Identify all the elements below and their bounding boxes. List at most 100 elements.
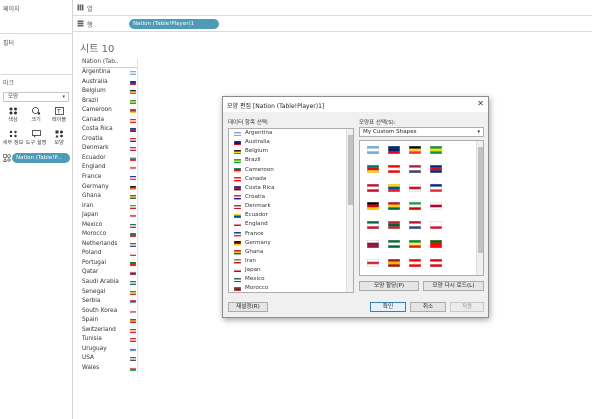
shape-swatch[interactable] — [388, 164, 400, 173]
shape-swatch[interactable] — [430, 146, 442, 155]
country-row[interactable]: Serbia — [82, 297, 137, 307]
country-row[interactable]: Switzerland — [82, 326, 137, 336]
country-row[interactable]: South Korea — [82, 307, 137, 317]
country-row[interactable]: Tunisia — [82, 335, 137, 345]
country-row[interactable]: Morocco — [82, 230, 137, 240]
shape-palette-grid[interactable] — [359, 140, 484, 276]
country-row[interactable]: Argentina — [82, 68, 137, 78]
shape-swatch[interactable] — [388, 183, 400, 192]
shape-swatch[interactable] — [388, 146, 400, 155]
data-item-row[interactable]: Costa Rica — [229, 184, 353, 193]
close-icon[interactable]: ✕ — [477, 99, 484, 108]
country-row[interactable]: Qatar — [82, 268, 137, 278]
palette-select[interactable]: My Custom Shapes ▾ — [359, 127, 484, 137]
country-row[interactable]: Ghana — [82, 192, 137, 202]
shape-swatch[interactable] — [409, 164, 421, 173]
country-row[interactable]: Netherlands — [82, 240, 137, 250]
country-row[interactable]: USA — [82, 354, 137, 364]
data-item-row[interactable]: Ghana — [229, 248, 353, 257]
shape-swatch[interactable] — [367, 146, 379, 155]
country-row[interactable]: Croatia — [82, 135, 137, 145]
country-row[interactable]: Brazil — [82, 97, 137, 107]
mark-type-dropdown[interactable]: 모양 ▾ — [3, 92, 69, 102]
shape-field-pill[interactable]: Nation (Table!P... — [12, 153, 70, 163]
country-row[interactable]: Denmark — [82, 144, 137, 154]
country-row[interactable]: Ecuador — [82, 154, 137, 164]
country-row[interactable]: Canada — [82, 116, 137, 126]
shape-swatch[interactable] — [409, 221, 421, 230]
data-item-row[interactable]: Denmark — [229, 202, 353, 211]
shape-swatch[interactable] — [388, 221, 400, 230]
scrollbar-thumb[interactable] — [348, 135, 353, 205]
rows-field-pill[interactable]: Nation (Table!Player)1 — [129, 19, 219, 29]
country-row[interactable]: Spain — [82, 316, 137, 326]
country-row[interactable]: Germany — [82, 183, 137, 193]
country-row[interactable]: Costa Rica — [82, 125, 137, 135]
shape-swatch[interactable] — [430, 202, 442, 211]
shape-palette-scrollbar[interactable] — [476, 141, 483, 275]
country-row[interactable]: Cameroon — [82, 106, 137, 116]
reset-button[interactable]: 재설정(R) — [228, 302, 268, 312]
data-item-row[interactable]: Croatia — [229, 193, 353, 202]
shape-swatch[interactable] — [430, 240, 442, 249]
label-mark-button[interactable]: T 레이블 — [48, 106, 70, 127]
data-item-row[interactable]: Brazil — [229, 156, 353, 165]
ok-button[interactable]: 확인 — [370, 302, 406, 312]
shape-swatch[interactable] — [367, 240, 379, 249]
data-item-row[interactable]: Australia — [229, 138, 353, 147]
color-mark-button[interactable]: 색상 — [2, 106, 24, 127]
apply-button[interactable]: 적용 — [450, 302, 484, 312]
data-item-row[interactable]: Germany — [229, 239, 353, 248]
country-row[interactable]: Wales — [82, 364, 137, 374]
assign-palette-button[interactable]: 모양 할당(P) — [359, 281, 419, 291]
country-row[interactable]: Japan — [82, 211, 137, 221]
country-row[interactable]: Senegal — [82, 288, 137, 298]
data-items-list[interactable]: Argentina Australia Belgium Brazil Cameroon C… — [228, 128, 354, 293]
rows-shelf[interactable]: 행 Nation (Table!Player)1 — [73, 16, 592, 32]
country-row[interactable]: Saudi Arabia — [82, 278, 137, 288]
column-header[interactable]: Nation (Tab.. — [82, 59, 137, 68]
shape-swatch[interactable] — [409, 202, 421, 211]
scrollbar-thumb[interactable] — [478, 147, 483, 253]
country-row[interactable]: Iran — [82, 202, 137, 212]
shape-mark-button[interactable]: 모양 — [48, 129, 70, 150]
cancel-button[interactable]: 취소 — [410, 302, 446, 312]
shape-swatch[interactable] — [430, 258, 442, 267]
data-item-row[interactable]: Morocco — [229, 284, 353, 292]
shape-swatch[interactable] — [388, 258, 400, 267]
shape-swatch[interactable] — [430, 183, 442, 192]
shape-swatch[interactable] — [367, 202, 379, 211]
data-item-row[interactable]: Canada — [229, 175, 353, 184]
shape-swatch[interactable] — [367, 164, 379, 173]
country-row[interactable]: Uruguay — [82, 345, 137, 355]
data-items-scrollbar[interactable] — [346, 129, 353, 292]
country-row[interactable]: Poland — [82, 249, 137, 259]
size-mark-button[interactable]: 크기 — [25, 106, 47, 127]
data-item-row[interactable]: Argentina — [229, 129, 353, 138]
data-item-row[interactable]: Cameroon — [229, 166, 353, 175]
shape-swatch[interactable] — [367, 183, 379, 192]
country-row[interactable]: Australia — [82, 78, 137, 88]
country-row[interactable]: Mexico — [82, 221, 137, 231]
data-item-row[interactable]: Iran — [229, 257, 353, 266]
data-item-row[interactable]: Mexico — [229, 275, 353, 284]
country-row[interactable]: England — [82, 163, 137, 173]
reload-shapes-button[interactable]: 모양 다시 로드(L) — [423, 281, 484, 291]
country-row[interactable]: Portugal — [82, 259, 137, 269]
shape-swatch[interactable] — [430, 164, 442, 173]
data-item-row[interactable]: Japan — [229, 266, 353, 275]
shape-swatch[interactable] — [388, 240, 400, 249]
shape-swatch[interactable] — [409, 183, 421, 192]
shape-swatch[interactable] — [367, 258, 379, 267]
shape-swatch[interactable] — [409, 258, 421, 267]
data-item-row[interactable]: England — [229, 220, 353, 229]
shape-swatch[interactable] — [409, 240, 421, 249]
shape-swatch[interactable] — [388, 202, 400, 211]
shape-swatch[interactable] — [367, 221, 379, 230]
country-row[interactable]: France — [82, 173, 137, 183]
country-row[interactable]: Belgium — [82, 87, 137, 97]
tooltip-mark-button[interactable]: 도구 설명 — [25, 129, 47, 150]
shape-swatch[interactable] — [409, 146, 421, 155]
data-item-row[interactable]: Belgium — [229, 147, 353, 156]
columns-shelf[interactable]: 열 — [73, 0, 592, 16]
